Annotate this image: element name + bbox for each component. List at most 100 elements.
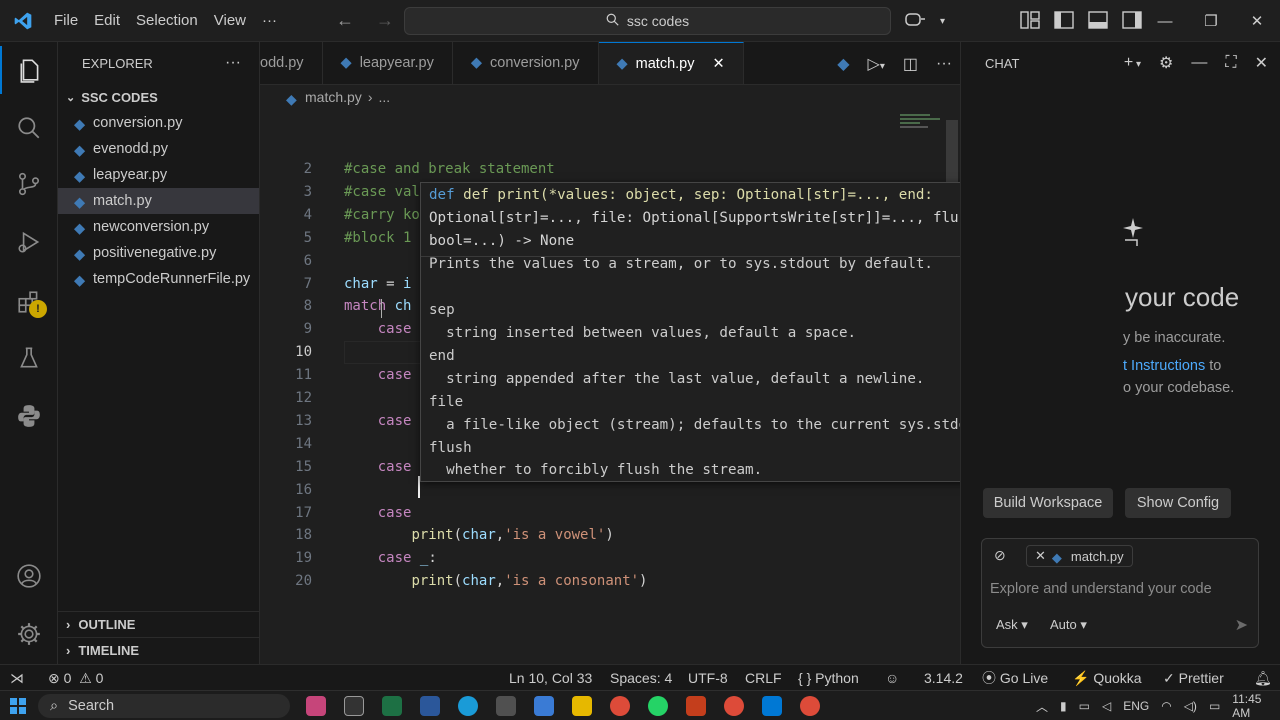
- windows-start-icon[interactable]: [10, 698, 26, 717]
- testing-icon[interactable]: [0, 334, 58, 382]
- minimize-button[interactable]: —: [1142, 0, 1188, 42]
- powerpoint-app-icon[interactable]: [686, 696, 706, 716]
- file-item[interactable]: ◆ tempCodeRunnerFile.py: [58, 266, 259, 292]
- edge-app-icon[interactable]: [458, 696, 478, 716]
- taskbar-search[interactable]: ⌕ Search: [38, 694, 290, 718]
- indentation[interactable]: Spaces: 4: [610, 665, 672, 691]
- file-explorer-icon[interactable]: [572, 696, 592, 716]
- customize-layout-icon[interactable]: [1020, 11, 1040, 29]
- language-mode[interactable]: { } Python: [798, 665, 859, 691]
- code-line[interactable]: 20 print(char,'is a consonant'): [260, 570, 960, 593]
- cursor-position[interactable]: Ln 10, Col 33: [509, 665, 592, 691]
- editor-tab[interactable]: odd.py: [252, 42, 323, 84]
- editor-tab[interactable]: ◆ match.py ✕: [598, 42, 744, 84]
- explorer-icon[interactable]: [0, 46, 58, 94]
- excel-app-icon[interactable]: [382, 696, 402, 716]
- file-item[interactable]: ◆ leapyear.py: [58, 162, 259, 188]
- manage-gear-icon[interactable]: [0, 610, 58, 658]
- input-language[interactable]: ENG: [1123, 699, 1149, 713]
- code-line[interactable]: 17 case: [260, 502, 960, 525]
- code-line[interactable]: 19 case _:: [260, 547, 960, 570]
- code-line[interactable]: 18 print(char,'is a vowel'): [260, 524, 960, 547]
- send-icon[interactable]: ➤: [1235, 615, 1248, 635]
- new-chat-icon[interactable]: + ▾: [1124, 54, 1141, 72]
- outline-section[interactable]: › OUTLINE: [58, 611, 260, 637]
- folder-ssc-codes[interactable]: ⌄ SSC CODES: [58, 84, 259, 110]
- copilot-app-icon[interactable]: [306, 696, 326, 716]
- problems-status[interactable]: ⊗ 0 ⚠ 0: [48, 665, 103, 691]
- search-activity-icon[interactable]: [0, 104, 58, 152]
- battery-icon[interactable]: ▮: [1060, 699, 1067, 713]
- split-editor-icon[interactable]: ◫: [903, 54, 918, 74]
- word-app-icon[interactable]: [420, 696, 440, 716]
- more-actions-icon[interactable]: ···: [225, 54, 241, 72]
- copilot-status-icon[interactable]: ☺: [885, 665, 899, 691]
- vscode-app-icon[interactable]: [762, 696, 782, 716]
- command-center-search[interactable]: ssc codes: [404, 7, 891, 35]
- attach-context-icon[interactable]: ⊘: [994, 547, 1006, 564]
- breadcrumb-file[interactable]: match.py: [305, 89, 362, 105]
- tray-overflow-icon[interactable]: ︿: [1036, 698, 1048, 715]
- mail-app-icon[interactable]: [534, 696, 554, 716]
- python-icon[interactable]: [0, 392, 58, 440]
- minimap[interactable]: [896, 110, 946, 140]
- clock[interactable]: 11:45 AM: [1232, 692, 1280, 720]
- editor-tab[interactable]: ◆ leapyear.py: [323, 42, 453, 84]
- python-run-icon[interactable]: ◆: [837, 54, 849, 74]
- file-item[interactable]: ◆ match.py: [58, 188, 259, 214]
- editor-tab[interactable]: ◆ conversion.py: [453, 42, 599, 84]
- quokka[interactable]: ⚡ Quokka: [1072, 665, 1142, 691]
- run-debug-icon[interactable]: [0, 218, 58, 266]
- chat-mode-select[interactable]: Ask ▾: [996, 617, 1028, 633]
- chat-maximize-icon[interactable]: ⛶: [1225, 54, 1236, 72]
- close-window-button[interactable]: ✕: [1234, 0, 1280, 42]
- menu-edit[interactable]: Edit: [86, 0, 128, 42]
- toggle-primary-sidebar-icon[interactable]: [1054, 11, 1074, 29]
- build-workspace-button[interactable]: Build Workspace: [983, 488, 1113, 518]
- chrome-app-icon[interactable]: [724, 696, 744, 716]
- run-file-icon[interactable]: ▷▾: [868, 54, 885, 74]
- chrome-app-icon[interactable]: [610, 696, 630, 716]
- show-config-button[interactable]: Show Config: [1125, 488, 1231, 518]
- whatsapp-app-icon[interactable]: [648, 696, 668, 716]
- file-item[interactable]: ◆ conversion.py: [58, 110, 259, 136]
- speaker-icon[interactable]: ◁): [1184, 699, 1197, 713]
- menu-view[interactable]: View: [206, 0, 254, 42]
- github-app-icon[interactable]: [344, 696, 364, 716]
- wifi-icon[interactable]: ◠: [1161, 699, 1171, 713]
- volume-icon[interactable]: ◁: [1102, 699, 1111, 713]
- go-live[interactable]: ⦿ Go Live: [982, 665, 1048, 691]
- context-file-chip[interactable]: ✕ ◆ match.py: [1026, 545, 1133, 567]
- copilot-icon[interactable]: [904, 11, 926, 32]
- chat-model-select[interactable]: Auto ▾: [1050, 617, 1087, 633]
- chat-close-icon[interactable]: ✕: [1255, 53, 1268, 73]
- prettier[interactable]: ✓ Prettier: [1163, 665, 1224, 691]
- back-arrow-icon[interactable]: ←: [336, 10, 354, 31]
- timeline-section[interactable]: › TIMELINE: [58, 637, 260, 663]
- python-version[interactable]: 3.14.2: [924, 665, 963, 691]
- remote-icon[interactable]: ⋊: [10, 665, 24, 691]
- restore-button[interactable]: ❐: [1188, 0, 1234, 42]
- chat-input-box[interactable]: ⊘ ✕ ◆ match.py Explore and understand yo…: [981, 538, 1259, 648]
- file-item[interactable]: ◆ newconversion.py: [58, 214, 259, 240]
- chrome-app-icon[interactable]: [800, 696, 820, 716]
- notifications-bell-icon[interactable]: 🔔︎: [1254, 665, 1272, 691]
- code-line[interactable]: 2 #case and break statement: [260, 158, 960, 181]
- encoding[interactable]: UTF-8: [688, 665, 728, 691]
- instructions-link[interactable]: t Instructions: [1123, 358, 1205, 374]
- store-app-icon[interactable]: [496, 696, 516, 716]
- battery-status-icon[interactable]: ▭: [1209, 699, 1220, 713]
- account-icon[interactable]: [0, 552, 58, 600]
- chat-minimize-icon[interactable]: —: [1191, 54, 1207, 72]
- end-of-line[interactable]: CRLF: [745, 665, 782, 691]
- editor-more-icon[interactable]: ···: [936, 55, 952, 73]
- menu-selection[interactable]: Selection: [128, 0, 206, 42]
- network-icon[interactable]: ▭: [1079, 699, 1090, 713]
- menu-file[interactable]: File: [46, 0, 86, 42]
- toggle-secondary-sidebar-icon[interactable]: [1122, 11, 1142, 29]
- toggle-panel-icon[interactable]: [1088, 11, 1108, 29]
- extensions-icon[interactable]: !: [0, 278, 58, 326]
- source-control-icon[interactable]: [0, 160, 58, 208]
- menu-more[interactable]: ···: [254, 0, 285, 42]
- chevron-down-icon[interactable]: ▾: [940, 16, 945, 27]
